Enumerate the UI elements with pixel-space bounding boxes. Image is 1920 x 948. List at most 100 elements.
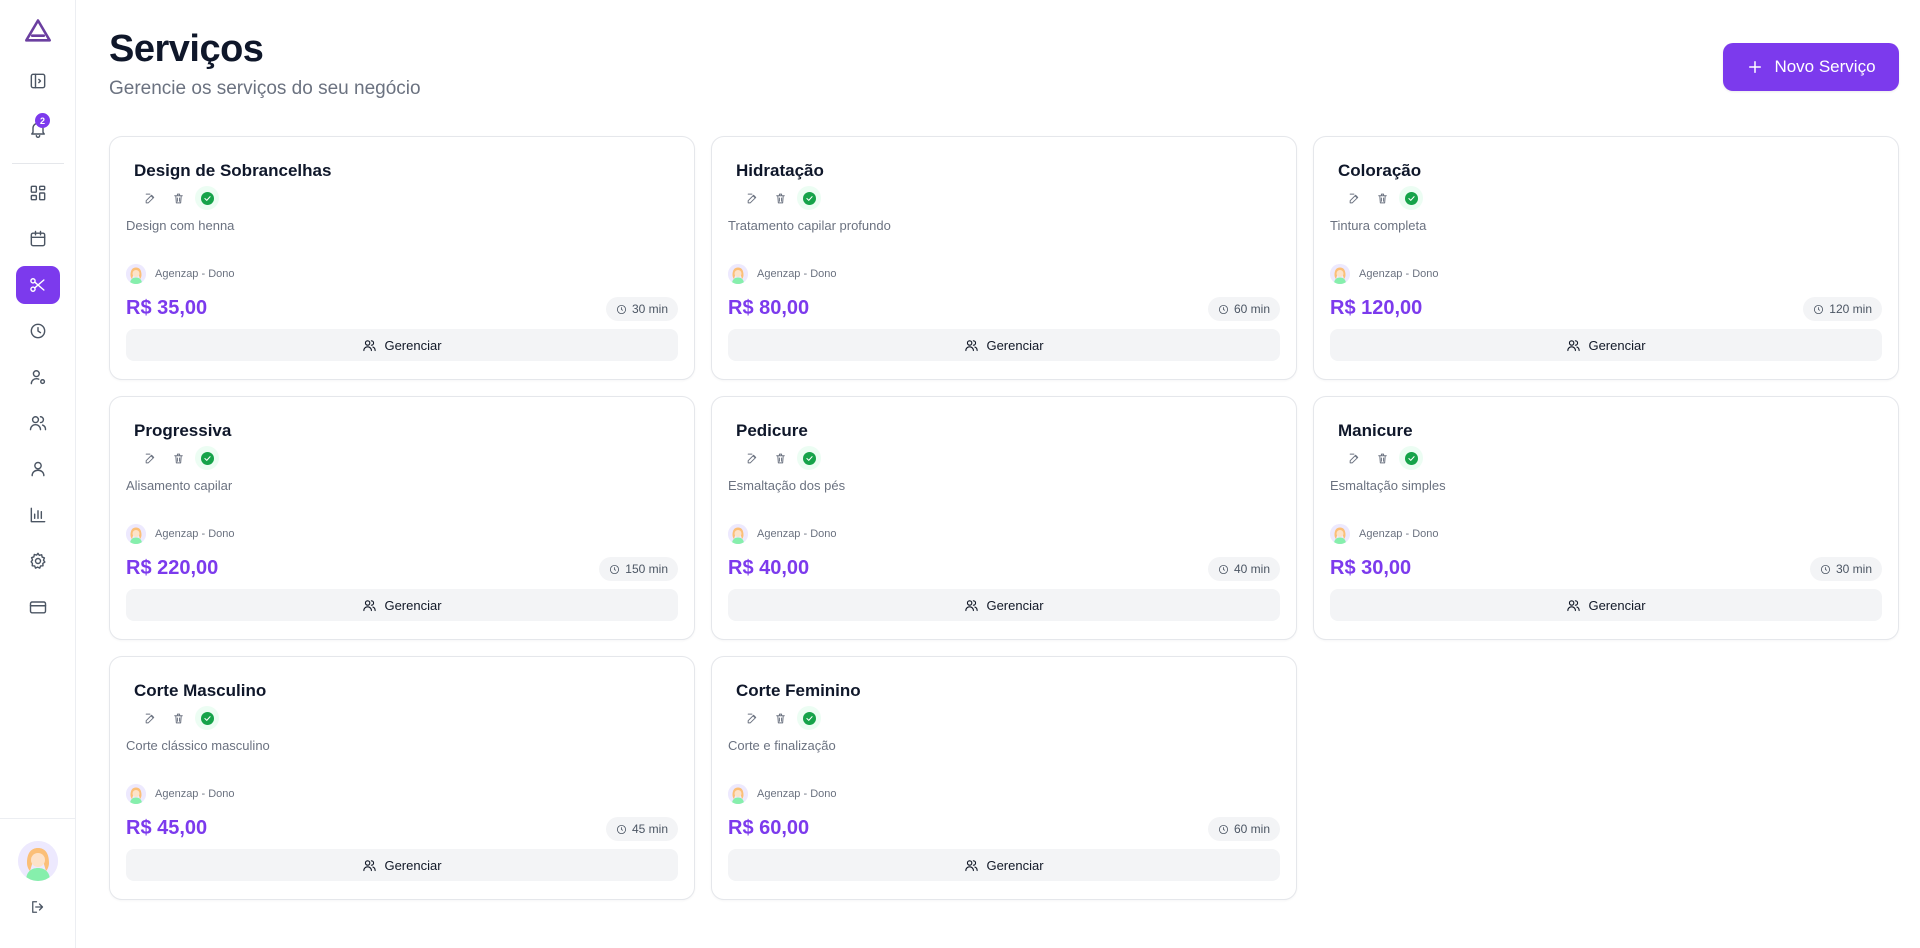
owner-name: Agenzap - Dono [155,788,235,800]
owner-avatar [1330,264,1350,284]
sidebar-item-dashboard[interactable] [16,174,60,212]
sidebar-item-reports[interactable] [16,496,60,534]
delete-button[interactable] [769,447,791,469]
service-description: Corte clássico masculino [126,738,270,753]
sidebar-toggle-icon[interactable] [16,62,60,100]
delete-button[interactable] [1371,447,1393,469]
owner-name: Agenzap - Dono [757,268,837,280]
sidebar-item-schedule[interactable] [16,312,60,350]
owner-avatar [728,264,748,284]
service-name: Pedicure [736,421,808,440]
edit-icon [747,713,756,723]
service-actions [741,186,821,210]
app-logo-icon[interactable] [16,12,60,50]
users-icon [363,859,377,871]
owner-name: Agenzap - Dono [155,268,235,280]
manage-button-label: Gerenciar [1588,337,1646,353]
edit-icon [145,453,154,463]
service-card: Hidratação Tratamento capilar profundo A… [711,136,1297,380]
delete-button[interactable] [1371,187,1393,209]
user-avatar[interactable] [18,841,58,881]
service-price: R$ 120,00 [1330,297,1423,319]
trash-icon [1377,193,1387,203]
clock-icon [616,824,627,834]
service-card: Corte Feminino Corte e finalização Agenz… [711,656,1297,900]
edit-button[interactable] [741,447,763,469]
sidebar-item-profile[interactable] [16,450,60,488]
manage-button[interactable]: Gerenciar [728,849,1280,881]
owner-avatar [728,784,748,804]
calendar-icon [30,230,46,247]
active-status-toggle[interactable] [195,706,219,730]
service-description: Design com henna [126,218,235,233]
page-title: Serviços [109,28,264,70]
manage-button[interactable]: Gerenciar [1330,329,1882,361]
notifications-bell-icon[interactable]: 2 [16,110,60,148]
sidebar-item-calendar[interactable] [16,220,60,258]
edit-button[interactable] [741,187,763,209]
sidebar-item-clients[interactable] [16,404,60,442]
manage-button[interactable]: Gerenciar [728,329,1280,361]
service-owner: Agenzap - Dono [1330,524,1439,544]
service-owner: Agenzap - Dono [728,524,837,544]
service-card: Pedicure Esmaltação dos pés Agenzap - Do… [711,396,1297,640]
service-price: R$ 30,00 [1330,557,1412,579]
active-status-toggle[interactable] [195,186,219,210]
manage-button[interactable]: Gerenciar [1330,589,1882,621]
service-name: Corte Feminino [736,681,861,700]
check-circle-icon [802,451,816,465]
sidebar-item-billing[interactable] [16,588,60,626]
gear-icon [30,552,46,569]
active-status-toggle[interactable] [797,186,821,210]
dashboard-icon [30,185,46,201]
edit-button[interactable] [1343,187,1365,209]
sidebar-item-settings[interactable] [16,542,60,580]
service-price: R$ 60,00 [728,817,810,839]
edit-icon [1349,193,1358,203]
sidebar-item-services[interactable] [16,266,60,304]
service-owner: Agenzap - Dono [728,264,837,284]
clock-icon [30,323,46,339]
active-status-toggle[interactable] [797,446,821,470]
clock-icon [1218,564,1229,574]
service-owner: Agenzap - Dono [728,784,837,804]
edit-icon [747,193,756,203]
logout-button[interactable] [16,887,60,927]
users-icon [965,339,979,351]
edit-button[interactable] [139,707,161,729]
delete-button[interactable] [167,447,189,469]
owner-avatar [728,524,748,544]
service-name: Corte Masculino [134,681,267,700]
new-service-button[interactable]: Novo Serviço [1723,43,1899,91]
service-description: Tratamento capilar profundo [728,218,891,233]
service-card: Design de Sobrancelhas Design com henna [109,136,695,380]
service-duration: 60 min [1233,822,1270,836]
service-description: Corte e finalização [728,738,836,753]
active-status-toggle[interactable] [1399,446,1423,470]
manage-button[interactable]: Gerenciar [126,329,678,361]
delete-button[interactable] [167,187,189,209]
sidebar-item-professionals[interactable] [16,358,60,396]
service-owner: Agenzap - Dono [126,524,235,544]
manage-button[interactable]: Gerenciar [728,589,1280,621]
active-status-toggle[interactable] [195,446,219,470]
manage-button[interactable]: Gerenciar [126,849,678,881]
check-circle-icon [200,191,214,205]
delete-button[interactable] [769,707,791,729]
service-actions [139,706,219,730]
edit-button[interactable] [741,707,763,729]
active-status-toggle[interactable] [797,706,821,730]
active-status-toggle[interactable] [1399,186,1423,210]
service-duration: 30 min [1835,562,1872,576]
edit-button[interactable] [139,447,161,469]
service-duration: 120 min [1829,302,1872,316]
service-price: R$ 80,00 [728,297,810,319]
edit-button[interactable] [139,187,161,209]
edit-button[interactable] [1343,447,1365,469]
delete-button[interactable] [769,187,791,209]
delete-button[interactable] [167,707,189,729]
service-price: R$ 45,00 [126,817,208,839]
manage-button[interactable]: Gerenciar [126,589,678,621]
check-circle-icon [200,711,214,725]
service-duration-badge: 30 min [605,297,678,321]
